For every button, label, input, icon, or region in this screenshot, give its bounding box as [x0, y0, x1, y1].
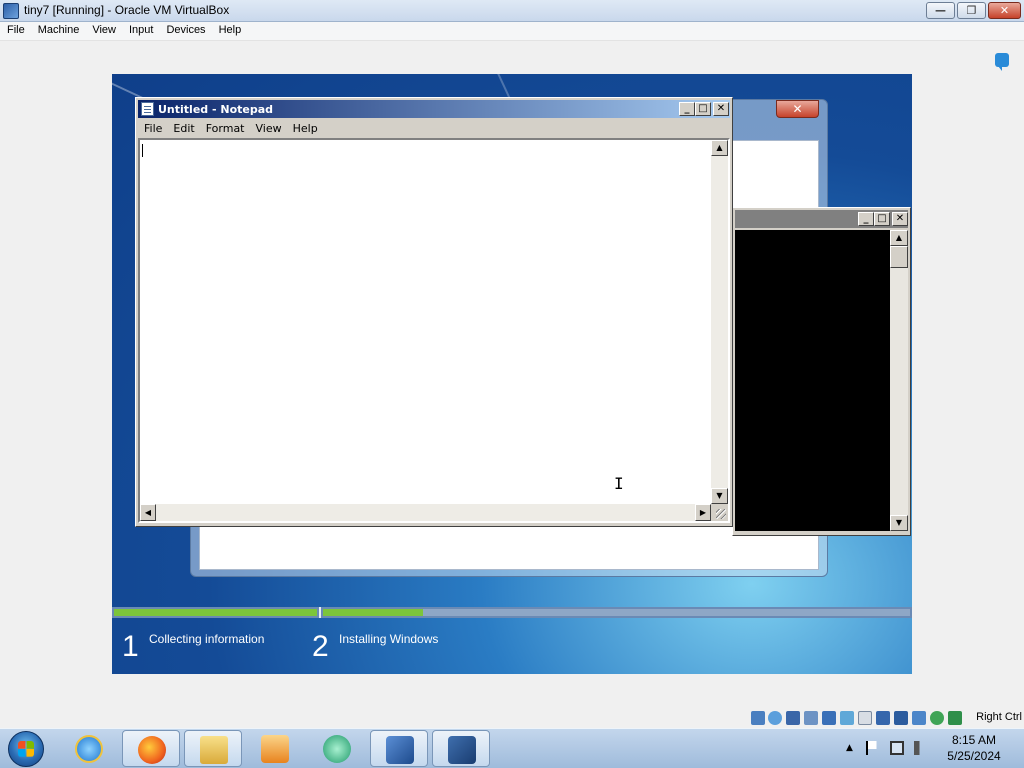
- folder-icon: [200, 736, 228, 764]
- progress-step1-fill: [114, 609, 317, 616]
- taskbar-virtualbox[interactable]: [370, 730, 428, 767]
- vm-status-bar: Right Ctrl: [748, 709, 1024, 727]
- network-icon[interactable]: [822, 711, 836, 725]
- notepad-menu-file[interactable]: File: [138, 119, 167, 135]
- step-2-label: Installing Windows: [339, 632, 439, 646]
- text-caret: [142, 144, 143, 157]
- notepad-menu-view[interactable]: View: [250, 119, 287, 135]
- shared-folders-icon[interactable]: [858, 711, 872, 725]
- notepad-title: Untitled - Notepad: [158, 103, 274, 116]
- green-app-icon: [323, 735, 351, 763]
- show-hidden-icons-icon[interactable]: ▲: [846, 743, 860, 757]
- console-output[interactable]: [735, 230, 890, 531]
- notepad-vertical-scrollbar[interactable]: ▲ ▼: [711, 140, 728, 504]
- console-maximize-button[interactable]: □: [874, 212, 890, 226]
- mouse-integration-icon[interactable]: [930, 711, 944, 725]
- step-2-number: 2: [312, 630, 329, 663]
- network-tray-icon[interactable]: [890, 741, 904, 755]
- optical-drive-icon[interactable]: [768, 711, 782, 725]
- ibeam-cursor-icon: I: [614, 474, 624, 493]
- host-menu-devices[interactable]: Devices: [159, 22, 211, 36]
- scroll-down-arrow-icon[interactable]: ▼: [711, 488, 728, 504]
- scroll-thumb[interactable]: [890, 246, 908, 268]
- progress-remaining: [423, 609, 910, 616]
- cpu-icon[interactable]: [912, 711, 926, 725]
- scroll-up-arrow-icon[interactable]: ▲: [711, 140, 728, 156]
- host-close-button[interactable]: ✕: [988, 2, 1021, 19]
- host-window-title: tiny7 [Running] - Oracle VM VirtualBox: [24, 3, 230, 17]
- resize-grip-icon[interactable]: [711, 504, 728, 521]
- notepad-window[interactable]: Untitled - Notepad _ □ ✕ File Edit Format V…: [135, 97, 733, 527]
- action-center-flag-icon[interactable]: [866, 741, 880, 755]
- notepad-text-area[interactable]: [140, 140, 711, 504]
- step-1-label: Collecting information: [149, 632, 265, 646]
- notepad-editor[interactable]: ▲ ▼ ◀ ▶ I: [138, 138, 730, 523]
- host-menu-help[interactable]: Help: [212, 22, 248, 36]
- host-menu-input[interactable]: Input: [122, 22, 159, 36]
- taskbar-media-player[interactable]: [246, 730, 304, 767]
- firefox-icon: [138, 736, 166, 764]
- feedback-icon[interactable]: [995, 53, 1009, 71]
- progress-separator: [319, 607, 321, 618]
- taskbar-firefox[interactable]: [122, 730, 180, 767]
- notepad-minimize-button[interactable]: _: [679, 102, 695, 116]
- step-1-number: 1: [122, 630, 139, 663]
- taskbar-tiny7[interactable]: [432, 730, 490, 767]
- console-window[interactable]: _ □ ✕ ▲ ▼: [732, 207, 911, 536]
- notepad-maximize-button[interactable]: □: [695, 102, 711, 116]
- console-close-button[interactable]: ✕: [892, 212, 908, 226]
- scroll-down-arrow-icon[interactable]: ▼: [890, 515, 908, 531]
- host-title-bar[interactable]: tiny7 [Running] - Oracle VM VirtualBox —…: [0, 0, 1024, 22]
- notepad-menu-edit[interactable]: Edit: [167, 119, 199, 135]
- setup-progress-bar: [112, 607, 912, 618]
- notepad-menu-help[interactable]: Help: [287, 119, 323, 135]
- taskbar: ▲: [0, 728, 1024, 768]
- keyboard-icon[interactable]: [948, 711, 962, 725]
- volume-muted-icon[interactable]: [914, 741, 928, 755]
- taskbar-internet-explorer[interactable]: [60, 730, 118, 767]
- clock-date: 5/25/2024: [947, 749, 1001, 763]
- virtualbox-app-icon: [3, 3, 19, 19]
- recording-icon[interactable]: [894, 711, 908, 725]
- setup-close-button[interactable]: ✕: [776, 100, 819, 118]
- progress-step2-fill: [323, 609, 423, 616]
- start-button[interactable]: [8, 731, 44, 767]
- display-icon[interactable]: [876, 711, 890, 725]
- scroll-left-arrow-icon[interactable]: ◀: [140, 504, 156, 521]
- guest-screen[interactable]: ✕ _ □ ✕ ▲ ▼ Untitled - Notepad _ □ ✕ Fil…: [112, 74, 912, 674]
- usb-icon[interactable]: [840, 711, 854, 725]
- clock-time: 8:15 AM: [951, 733, 997, 747]
- scroll-up-arrow-icon[interactable]: ▲: [890, 230, 908, 246]
- notepad-menu-format[interactable]: Format: [200, 119, 250, 135]
- host-menu-view[interactable]: View: [85, 22, 122, 36]
- notepad-close-button[interactable]: ✕: [713, 102, 729, 116]
- tiny7-icon: [448, 736, 476, 764]
- host-menu-machine[interactable]: Machine: [31, 22, 86, 36]
- console-title-bar[interactable]: _ □ ✕: [735, 210, 908, 228]
- scroll-right-arrow-icon[interactable]: ▶: [695, 504, 711, 521]
- internet-explorer-icon: [75, 735, 103, 763]
- tray-clock[interactable]: 8:15 AM 5/25/2024: [944, 732, 1004, 764]
- notepad-menu-bar: File Edit Format View Help: [138, 119, 730, 137]
- taskbar-green-app[interactable]: [308, 730, 366, 767]
- audio-icon[interactable]: [804, 711, 818, 725]
- host-restore-button[interactable]: ❐: [957, 2, 986, 19]
- media-player-icon: [261, 735, 289, 763]
- notepad-icon: [141, 102, 154, 116]
- hard-disk-icon[interactable]: [751, 711, 765, 725]
- taskbar-windows-explorer[interactable]: [184, 730, 242, 767]
- notepad-horizontal-scrollbar[interactable]: ◀ ▶: [140, 504, 711, 521]
- console-vertical-scrollbar[interactable]: ▲ ▼: [890, 230, 908, 531]
- notepad-title-bar[interactable]: Untitled - Notepad _ □ ✕: [138, 100, 730, 118]
- console-minimize-button[interactable]: _: [858, 212, 874, 226]
- host-key-label: Right Ctrl: [976, 711, 1022, 723]
- virtualbox-icon: [386, 736, 414, 764]
- host-menu-bar: File Machine View Input Devices Help: [0, 22, 1024, 41]
- host-menu-file[interactable]: File: [0, 22, 31, 36]
- floppy-icon[interactable]: [786, 711, 800, 725]
- host-minimize-button[interactable]: —: [926, 2, 955, 19]
